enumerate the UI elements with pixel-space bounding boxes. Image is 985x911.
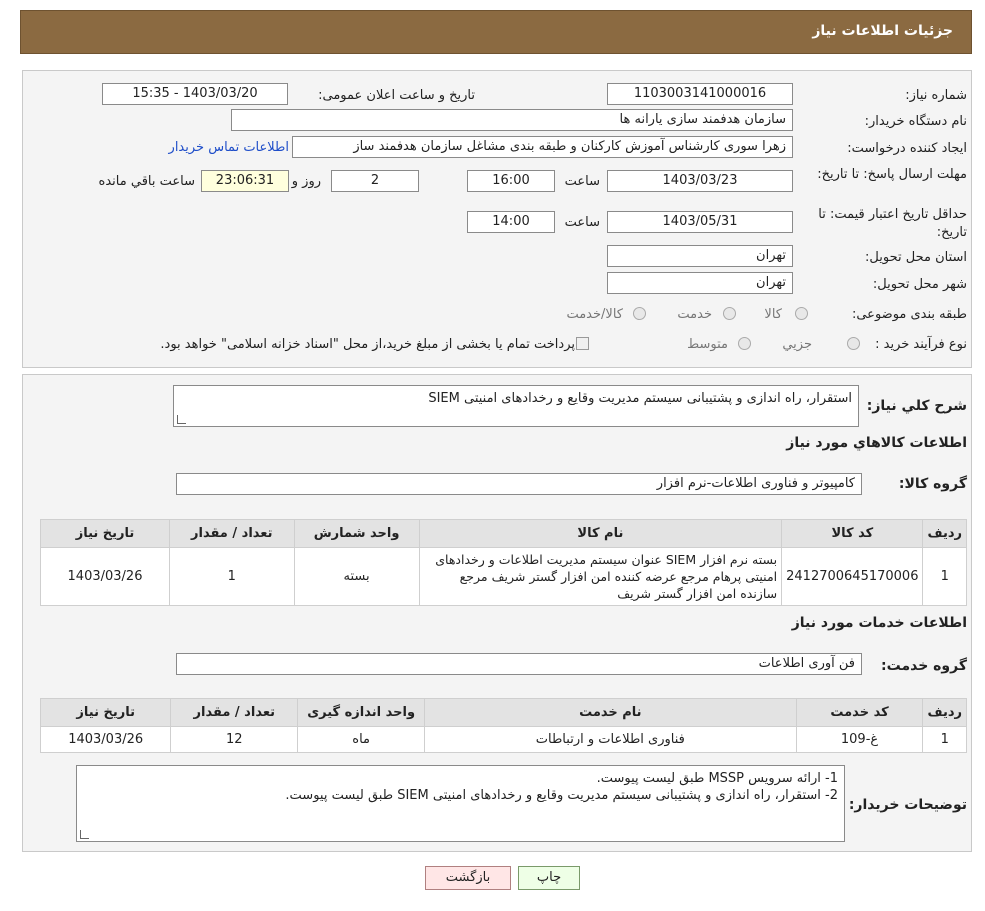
- deadline-date-field[interactable]: 1403/03/23: [607, 170, 793, 192]
- buyer-org-field[interactable]: سازمان هدفمند سازی یارانه ها: [231, 109, 793, 131]
- validity-label: حداقل تاریخ اعتبار قیمت: تا تاریخ:: [818, 207, 967, 240]
- category-service-label: خدمت: [677, 307, 712, 322]
- page-title: جزئیات اطلاعات نیاز: [812, 23, 953, 39]
- goods-col-code: کد کالا: [781, 519, 924, 548]
- buyer-notes-field[interactable]: 1- ارائه سرویس MSSP طبق لیست پیوست. 2- ا…: [76, 765, 845, 842]
- city-field[interactable]: تهران: [607, 272, 793, 294]
- goods-row-number: 1: [922, 547, 967, 606]
- validity-time-label: ساعت: [564, 215, 600, 230]
- purchase-medium-radio[interactable]: [738, 337, 751, 350]
- services-col-row: ردیف: [922, 698, 967, 727]
- goods-col-name: نام کالا: [418, 519, 783, 548]
- service-row-number: 1: [922, 726, 967, 753]
- requester-label: ایجاد کننده درخواست:: [847, 141, 967, 156]
- general-desc-field[interactable]: استقرار، راه اندازی و پشتیبانی سیستم مدی…: [173, 385, 859, 427]
- services-col-name: نام خدمت: [424, 698, 797, 727]
- deadline-label: مهلت ارسال پاسخ: تا تاریخ:: [817, 167, 967, 182]
- back-button[interactable]: بازگشت: [425, 866, 511, 890]
- service-date: 1403/03/26: [39, 726, 172, 753]
- table-row: 1 غ-109 فناوری اطلاعات و ارتباطات ماه 12…: [39, 726, 967, 753]
- service-unit: ماه: [297, 726, 426, 753]
- table-row: 1 2412700645170006 بسته نرم افزار SIEM ع…: [39, 547, 967, 606]
- requester-field[interactable]: زهرا سوری کارشناس آموزش کارکنان و طبقه ب…: [292, 136, 793, 158]
- goods-group-field[interactable]: کامپیوتر و فناوری اطلاعات-نرم افزار: [176, 473, 862, 495]
- goods-name: بسته نرم افزار SIEM عنوان سیستم مدیریت ا…: [418, 547, 783, 606]
- print-button[interactable]: چاپ: [518, 866, 580, 890]
- validity-time-field[interactable]: 14:00: [467, 211, 555, 233]
- purchase-type-label: نوع فرآیند خرید :: [875, 337, 967, 352]
- buyer-notes-label: توضیحات خریدار:: [848, 797, 967, 813]
- deadline-time-label: ساعت: [564, 174, 600, 189]
- goods-unit: بسته: [293, 547, 420, 606]
- services-section-title: اطلاعات خدمات مورد نياز: [791, 615, 967, 631]
- goods-qty: 1: [169, 547, 295, 606]
- goods-table: ردیف کد کالا نام کالا واحد شمارش تعداد /…: [39, 519, 967, 606]
- buyer-notes-line-2: 2- استقرار، راه اندازی و پشتیبانی سیستم …: [285, 788, 838, 803]
- treasury-checkbox[interactable]: [576, 337, 589, 350]
- province-label: استان محل تحویل:: [865, 250, 967, 265]
- service-name: فناوری اطلاعات و ارتباطات: [424, 726, 797, 753]
- goods-col-qty: تعداد / مقدار: [169, 519, 295, 548]
- deadline-time-field[interactable]: 16:00: [467, 170, 555, 192]
- city-label: شهر محل تحویل:: [872, 277, 967, 292]
- service-group-label: گروه خدمت:: [881, 658, 967, 674]
- service-group-field[interactable]: فن آوری اطلاعات: [176, 653, 862, 675]
- buyer-notes-line-1: 1- ارائه سرویس MSSP طبق لیست پیوست.: [596, 771, 838, 786]
- goods-section-title: اطلاعات کالاهاي مورد نياز: [786, 435, 967, 451]
- purchase-minor-radio[interactable]: [847, 337, 860, 350]
- remaining-time-field: 23:06:31: [201, 170, 289, 192]
- service-qty: 12: [170, 726, 299, 753]
- resize-grip-icon[interactable]: [80, 830, 89, 839]
- province-field[interactable]: تهران: [607, 245, 793, 267]
- announce-datetime-field[interactable]: 1403/03/20 - 15:35: [102, 83, 288, 105]
- goods-group-label: گروه کالا:: [898, 476, 967, 492]
- purchase-medium-label: متوسط: [687, 337, 728, 352]
- goods-col-date: تاریخ نیاز: [39, 519, 171, 548]
- category-goods-label: کالا: [764, 307, 782, 322]
- category-service-radio[interactable]: [723, 307, 736, 320]
- general-desc-text: استقرار، راه اندازی و پشتیبانی سیستم مدی…: [428, 391, 852, 406]
- goods-code: 2412700645170006: [781, 547, 924, 606]
- services-table: ردیف کد خدمت نام خدمت واحد اندازه گیری ت…: [39, 698, 967, 753]
- purchase-minor-label: جزيي: [782, 337, 812, 352]
- page-header: جزئیات اطلاعات نیاز: [20, 10, 972, 54]
- category-goods-service-radio[interactable]: [633, 307, 646, 320]
- announce-label: تاریخ و ساعت اعلان عمومی:: [318, 88, 475, 103]
- need-number-label: شماره نیاز:: [905, 88, 967, 103]
- category-label: طبقه بندی موضوعی:: [851, 307, 967, 322]
- goods-date: 1403/03/26: [39, 547, 171, 606]
- buyer-org-label: نام دستگاه خریدار:: [864, 114, 967, 129]
- goods-col-unit: واحد شمارش: [293, 519, 420, 548]
- days-label: روز و: [291, 174, 321, 189]
- buyer-contact-link[interactable]: اطلاعات تماس خریدار: [169, 140, 289, 155]
- services-col-code: کد خدمت: [795, 698, 924, 727]
- goods-col-row: ردیف: [922, 519, 967, 548]
- days-field[interactable]: 2: [331, 170, 419, 192]
- services-col-unit: واحد اندازه گیری: [297, 698, 426, 727]
- resize-grip-icon[interactable]: [177, 415, 186, 424]
- services-col-qty: تعداد / مقدار: [170, 698, 299, 727]
- treasury-note: پرداخت تمام یا بخشی از مبلغ خرید،از محل …: [160, 337, 575, 352]
- services-col-date: تاریخ نیاز: [39, 698, 172, 727]
- category-goods-service-label: کالا/خدمت: [566, 307, 623, 322]
- service-code: غ-109: [795, 726, 924, 753]
- validity-date-field[interactable]: 1403/05/31: [607, 211, 793, 233]
- need-number-field[interactable]: 1103003141000016: [607, 83, 793, 105]
- general-desc-label: شرح کلي نياز:: [866, 398, 967, 414]
- category-goods-radio[interactable]: [795, 307, 808, 320]
- remaining-label: ساعت باقي مانده: [98, 174, 195, 189]
